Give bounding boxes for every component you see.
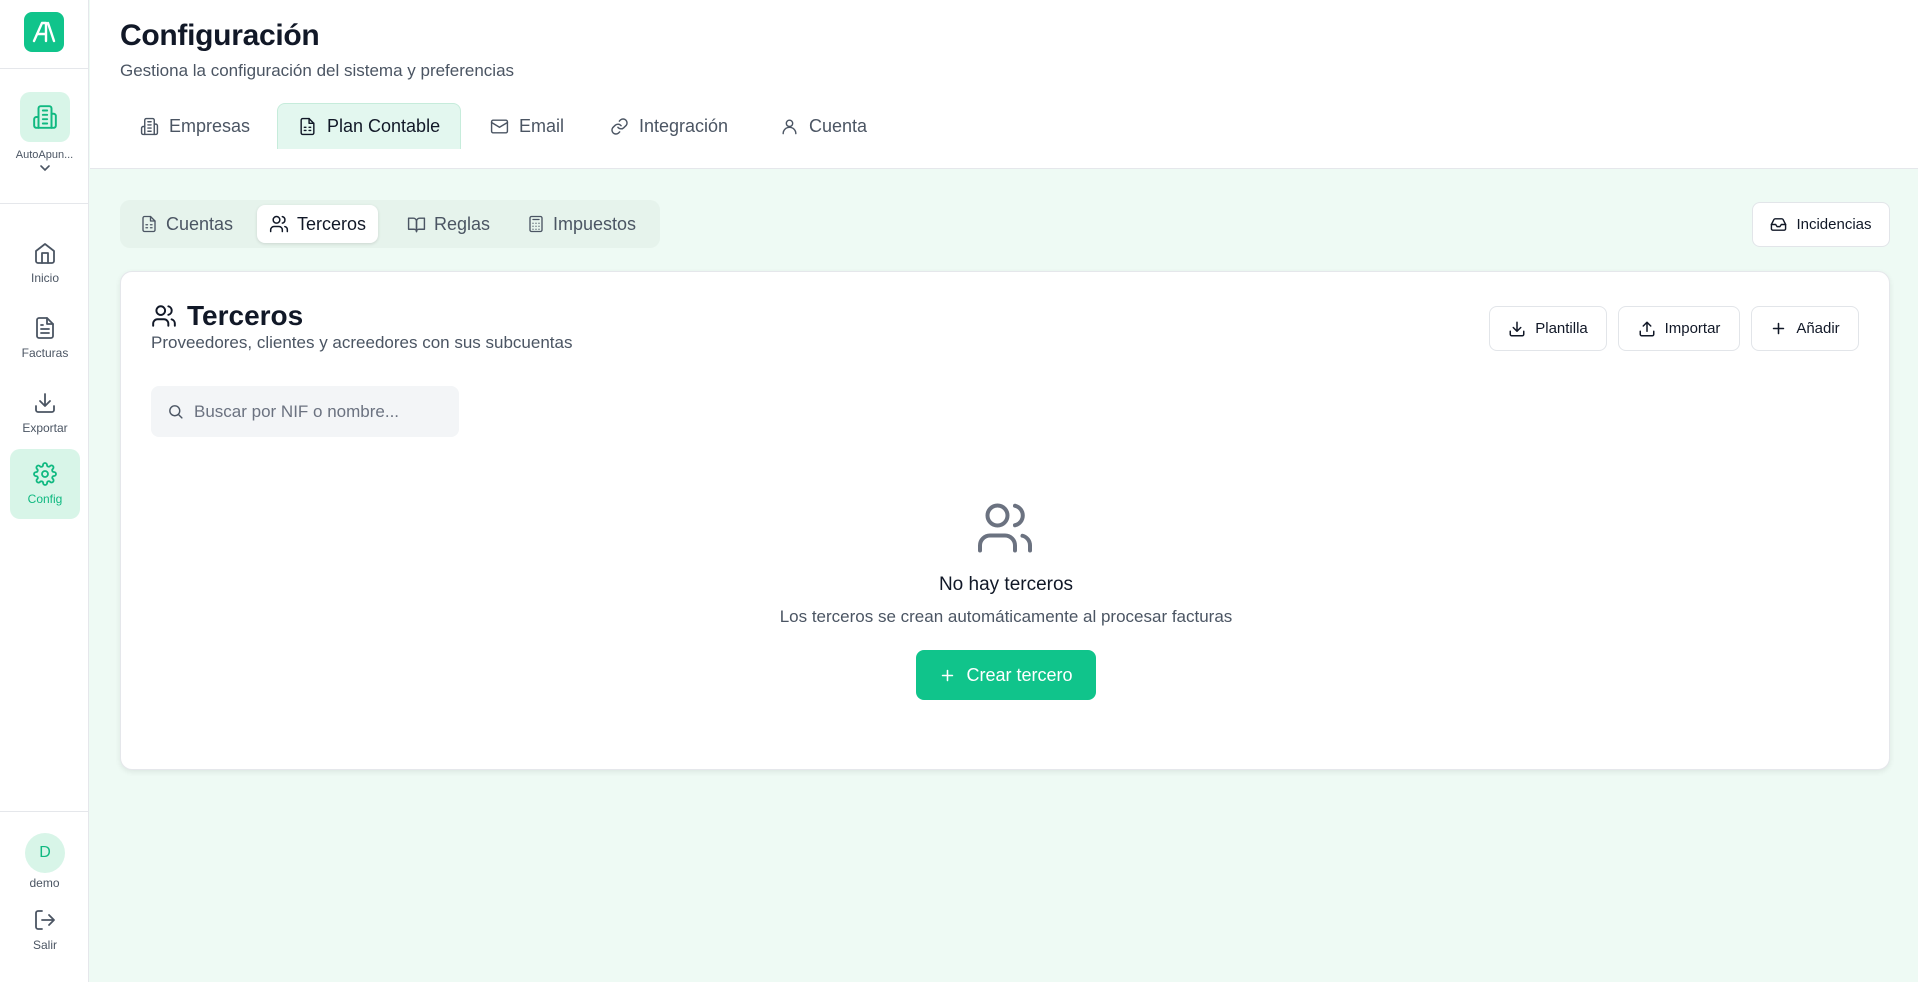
- calculator-icon: [529, 215, 543, 233]
- logo-mark: [32, 21, 56, 43]
- app-logo[interactable]: [24, 12, 64, 52]
- avatar[interactable]: D: [25, 833, 65, 873]
- company-switcher[interactable]: AutoApun...: [0, 92, 89, 173]
- tab-label: Cuenta: [809, 115, 868, 136]
- page-header: Configuración Gestiona la configuración …: [90, 0, 1918, 169]
- sidebar-divider: [0, 203, 89, 204]
- gear-icon: [33, 462, 57, 486]
- subtab-bar: Cuentas Terceros Reglas Impuestos: [120, 200, 660, 248]
- tab-plan-contable[interactable]: Plan Contable: [277, 103, 462, 149]
- create-tercero-button[interactable]: Crear tercero: [916, 650, 1096, 700]
- download-icon: [35, 393, 55, 413]
- subtab-impuestos[interactable]: Impuestos: [515, 205, 648, 243]
- document-icon: [300, 117, 315, 136]
- tab-cuenta[interactable]: Cuenta: [760, 103, 887, 149]
- tab-label: Plan Contable: [327, 116, 441, 136]
- document-icon: [142, 215, 156, 233]
- incidencias-label: Incidencias: [1796, 216, 1872, 233]
- terceros-card: Terceros Proveedores, clientes y acreedo…: [120, 271, 1890, 770]
- file-icon: [36, 317, 54, 339]
- subtab-label: Impuestos: [553, 213, 637, 234]
- user-icon: [782, 118, 797, 134]
- importar-button[interactable]: Importar: [1618, 306, 1740, 351]
- add-label: Añadir: [1796, 320, 1840, 337]
- subtab-label: Cuentas: [166, 213, 234, 234]
- upload-icon: [1639, 321, 1655, 336]
- logout-label: Salir: [32, 938, 57, 952]
- card-subtitle: Proveedores, clientes y acreedores con s…: [151, 333, 573, 352]
- importar-label: Importar: [1664, 320, 1721, 337]
- home-icon: [35, 243, 55, 264]
- search-input[interactable]: [194, 401, 434, 422]
- users-icon: [269, 215, 289, 233]
- incidencias-button[interactable]: Incidencias: [1752, 202, 1890, 247]
- mail-icon: [490, 118, 509, 134]
- sidebar-item-label: Exportar: [22, 421, 68, 435]
- plus-icon: [942, 669, 954, 681]
- download-icon: [1509, 321, 1525, 336]
- tab-label: Empresas: [169, 115, 251, 136]
- logout-button[interactable]: Salir: [10, 908, 80, 952]
- tab-label: Integración: [639, 115, 729, 136]
- tab-empresas[interactable]: Empresas: [120, 103, 270, 149]
- sidebar-item-facturas[interactable]: Facturas: [10, 303, 80, 373]
- building-icon: [19, 92, 70, 142]
- link-icon: [611, 117, 628, 135]
- book-icon: [407, 216, 426, 232]
- page-title: Configuración: [120, 19, 320, 52]
- sidebar-item-label: Inicio: [30, 271, 59, 285]
- sidebar-item-inicio[interactable]: Inicio: [10, 228, 80, 298]
- search-icon: [169, 405, 183, 419]
- inbox-icon: [1771, 218, 1787, 231]
- page-subtitle: Gestiona la configuración del sistema y …: [120, 61, 515, 80]
- sidebar-item-config[interactable]: Config: [10, 449, 80, 519]
- company-name: AutoApun...: [15, 149, 74, 161]
- tab-label: Email: [519, 115, 565, 136]
- tab-email[interactable]: Email: [470, 103, 584, 149]
- sidebar: AutoApun... Inicio Facturas Exportar Con…: [0, 0, 89, 982]
- plantilla-label: Plantilla: [1535, 320, 1588, 337]
- plantilla-button[interactable]: Plantilla: [1489, 306, 1607, 351]
- sidebar-item-label: Facturas: [21, 346, 69, 360]
- subtab-reglas[interactable]: Reglas: [395, 205, 502, 243]
- tab-integracion[interactable]: Integración: [590, 103, 748, 149]
- card-title-text: Terceros: [187, 300, 304, 331]
- subtab-terceros[interactable]: Terceros: [257, 205, 379, 243]
- empty-state-title: No hay terceros: [938, 574, 1074, 595]
- logout-icon: [35, 910, 55, 930]
- add-tercero-button[interactable]: Añadir: [1751, 306, 1859, 351]
- sidebar-item-exportar[interactable]: Exportar: [10, 378, 80, 448]
- sidebar-item-label: Config: [27, 492, 63, 506]
- card-title: Terceros: [151, 300, 303, 332]
- users-icon: [975, 498, 1035, 558]
- create-tercero-label: Crear tercero: [966, 664, 1073, 685]
- users-icon: [152, 305, 176, 327]
- empty-state-subtitle: Los terceros se crean automáticamente al…: [779, 607, 1233, 626]
- sidebar-divider: [0, 68, 89, 69]
- chevron-down-icon: [39, 163, 51, 173]
- search-box[interactable]: [151, 386, 459, 437]
- sidebar-divider: [0, 811, 89, 812]
- plus-icon: [1773, 322, 1785, 335]
- user-name: demo: [29, 876, 60, 890]
- subtab-cuentas[interactable]: Cuentas: [128, 205, 245, 243]
- subtab-label: Reglas: [434, 213, 491, 234]
- building-icon: [140, 117, 159, 135]
- subtab-label: Terceros: [297, 213, 367, 234]
